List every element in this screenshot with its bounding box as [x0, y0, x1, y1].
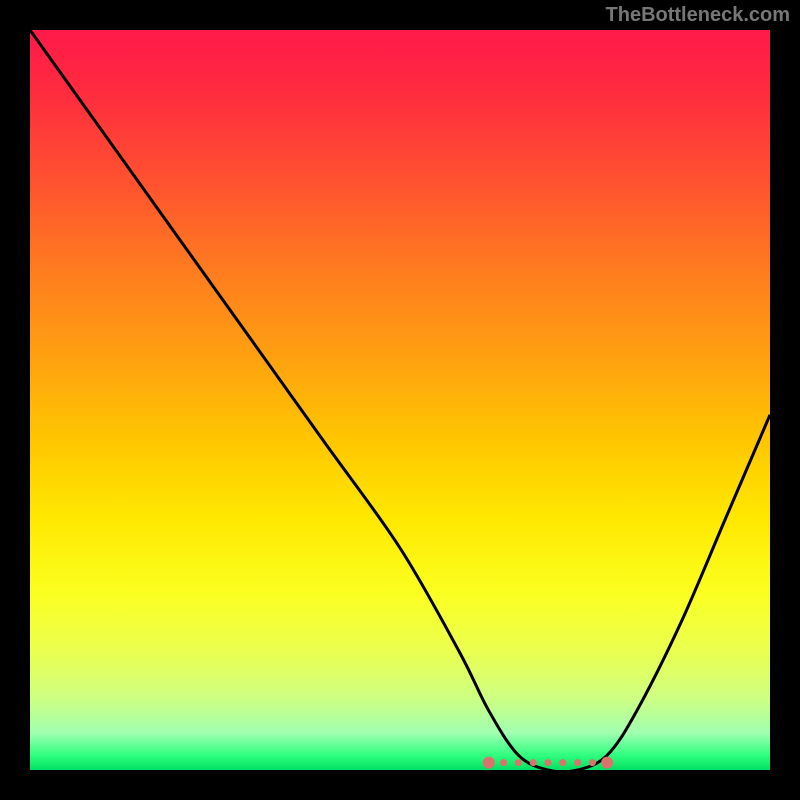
optimal-range-end-marker: [483, 757, 495, 769]
optimal-range-dot: [515, 759, 522, 766]
optimal-range-dot: [500, 759, 507, 766]
bottleneck-curve-svg: [30, 30, 770, 770]
plot-area: [30, 30, 770, 770]
optimal-range-dot: [530, 759, 537, 766]
optimal-range-dot: [559, 759, 566, 766]
optimal-range-dot: [545, 759, 552, 766]
optimal-range-dot: [589, 759, 596, 766]
optimal-range-dot: [574, 759, 581, 766]
optimal-range-markers: [483, 757, 613, 769]
optimal-range-end-marker: [601, 757, 613, 769]
watermark-text: TheBottleneck.com: [606, 4, 790, 27]
bottleneck-curve-path: [30, 30, 770, 770]
